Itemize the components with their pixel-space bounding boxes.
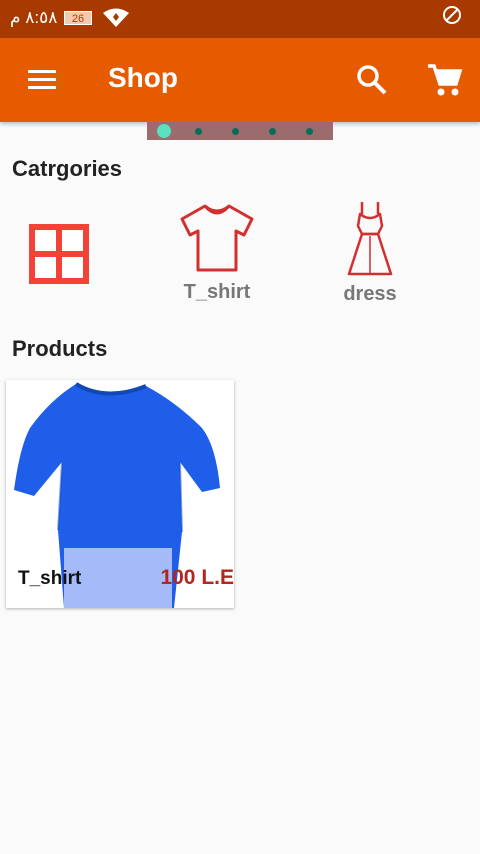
carousel-dot[interactable] bbox=[306, 128, 313, 135]
carousel-dot[interactable] bbox=[157, 124, 171, 138]
dress-icon bbox=[347, 202, 393, 276]
battery-icon: 26 bbox=[64, 11, 92, 25]
menu-icon bbox=[28, 70, 56, 89]
category-label: dress bbox=[343, 283, 397, 305]
products-title: Products bbox=[12, 336, 108, 361]
product-price: 100 L.E bbox=[160, 566, 234, 589]
wifi-icon bbox=[102, 8, 130, 33]
search-icon bbox=[357, 65, 387, 95]
carousel-dot[interactable] bbox=[232, 128, 239, 135]
categories-title: Catrgories bbox=[12, 156, 123, 181]
category-tshirt[interactable]: T_shirt bbox=[172, 202, 262, 304]
grid-icon bbox=[29, 224, 89, 284]
carousel-indicator bbox=[157, 124, 333, 138]
category-all[interactable] bbox=[26, 222, 92, 293]
category-label: T_shirt bbox=[183, 281, 251, 303]
status-time: ٨:٥٨ م bbox=[10, 8, 58, 27]
menu-button[interactable] bbox=[24, 64, 60, 96]
category-dress[interactable]: dress bbox=[330, 200, 410, 306]
carousel-dot[interactable] bbox=[269, 128, 276, 135]
status-bar: ٨:٥٨ م 26 bbox=[0, 0, 480, 38]
shopping-cart-icon bbox=[428, 64, 463, 96]
tshirt-icon bbox=[180, 204, 254, 272]
do-not-disturb-icon bbox=[442, 5, 462, 30]
search-button[interactable] bbox=[354, 62, 390, 98]
carousel-dot[interactable] bbox=[195, 128, 202, 135]
app-bar: Shop bbox=[0, 38, 480, 122]
product-card[interactable]: T_shirt 100 L.E bbox=[6, 380, 234, 608]
cart-button[interactable] bbox=[424, 60, 464, 100]
banner-carousel[interactable] bbox=[147, 122, 333, 140]
page-title: Shop bbox=[108, 62, 178, 93]
product-name: T_shirt bbox=[18, 568, 82, 589]
